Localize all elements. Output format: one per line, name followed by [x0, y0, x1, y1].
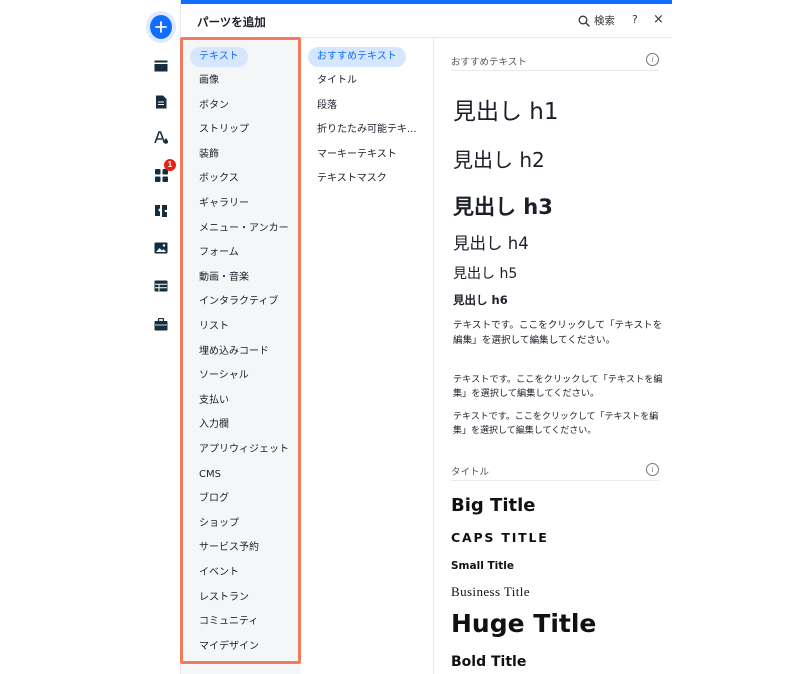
info-icon[interactable]: i	[646, 53, 659, 66]
category-item-input[interactable]: 入力欄	[190, 415, 238, 435]
category-item-community[interactable]: コミュニティ	[190, 612, 267, 632]
heading-h4-preview[interactable]: 見出し h4	[453, 230, 529, 254]
apps-icon	[154, 168, 168, 182]
cms-icon	[154, 280, 168, 292]
title-big-preview[interactable]: Big Title	[451, 495, 535, 516]
subcategory-item-paragraph[interactable]: 段落	[308, 96, 346, 116]
category-item-video-music[interactable]: 動画・音楽	[190, 268, 258, 288]
category-item-blog[interactable]: ブログ	[190, 489, 238, 509]
media-icon	[154, 242, 168, 254]
cms-button[interactable]	[150, 275, 172, 297]
category-item-list[interactable]: リスト	[190, 317, 238, 337]
category-item-text[interactable]: テキスト	[190, 47, 248, 67]
category-item-my-designs[interactable]: マイデザイン	[190, 637, 268, 657]
subcategory-item-marquee-text[interactable]: マーキーテキスト	[308, 145, 406, 165]
category-item-cms[interactable]: CMS	[190, 465, 230, 485]
title-caps-preview[interactable]: CAPS TITLE	[451, 530, 549, 545]
subcategory-item-text-mask[interactable]: テキストマスク	[308, 169, 396, 189]
title-business-preview[interactable]: Business Title	[451, 584, 530, 600]
category-item-decorative[interactable]: 装飾	[190, 145, 228, 165]
section-header-titles: タイトル i	[451, 457, 659, 481]
left-toolbar: 1	[140, 0, 181, 674]
search-icon	[578, 15, 590, 27]
portfolio-icon	[154, 317, 168, 330]
paragraph-medium-preview[interactable]: テキストです。ここをクリックして「テキストを編集」を選択して編集してください。	[453, 373, 665, 401]
help-button[interactable]: ?	[632, 13, 638, 26]
category-item-social[interactable]: ソーシャル	[190, 366, 258, 386]
add-elements-panel: パーツを追加 検索 ? × テキスト 画像 ボタン ストリップ 装飾 ボックス …	[181, 0, 672, 674]
heading-h5-preview[interactable]: 見出し h5	[453, 263, 517, 283]
search-button[interactable]: 検索	[578, 13, 615, 28]
title-huge-preview[interactable]: Huge Title	[451, 609, 596, 638]
category-list: テキスト 画像 ボタン ストリップ 装飾 ボックス ギャラリー メニュー・アンカ…	[181, 38, 301, 674]
section-title-recommended: おすすめテキスト	[451, 57, 527, 68]
pages-button[interactable]	[150, 91, 172, 113]
subcategory-item-collapsible-text[interactable]: 折りたたみ可能テキ...	[308, 120, 426, 140]
sections-button[interactable]	[150, 55, 172, 77]
heading-h3-preview[interactable]: 見出し h3	[453, 191, 553, 221]
section-header-recommended: おすすめテキスト i	[451, 47, 659, 71]
category-item-box[interactable]: ボックス	[190, 169, 248, 189]
element-preview-area: おすすめテキスト i 見出し h1 見出し h2 見出し h3 見出し h4 見…	[434, 38, 672, 674]
category-item-form[interactable]: フォーム	[190, 243, 248, 263]
page-icon	[156, 95, 167, 109]
category-item-image[interactable]: 画像	[190, 71, 228, 91]
add-apps-button[interactable]	[150, 200, 172, 222]
portfolio-button[interactable]	[150, 313, 172, 335]
info-icon[interactable]: i	[646, 463, 659, 476]
subcategory-list: おすすめテキスト タイトル 段落 折りたたみ可能テキ... マーキーテキスト テ…	[302, 38, 434, 674]
category-item-shop[interactable]: ショップ	[190, 514, 248, 534]
add-button[interactable]	[150, 15, 172, 39]
category-item-events[interactable]: イベント	[190, 563, 248, 583]
title-small-preview[interactable]: Small Title	[451, 560, 514, 572]
category-item-menu-anchor[interactable]: メニュー・アンカー	[190, 219, 298, 239]
category-item-payments[interactable]: 支払い	[190, 391, 238, 411]
add-icon	[150, 15, 172, 39]
category-item-restaurant[interactable]: レストラン	[190, 588, 258, 608]
search-label: 検索	[594, 15, 615, 27]
heading-h2-preview[interactable]: 見出し h2	[453, 144, 545, 173]
panel-title: パーツを追加	[197, 15, 266, 29]
close-button[interactable]: ×	[653, 12, 664, 27]
subcategory-item-recommended-text[interactable]: おすすめテキスト	[308, 47, 406, 67]
subcategory-item-title[interactable]: タイトル	[308, 71, 366, 91]
add-apps-icon	[155, 205, 167, 217]
category-item-embed-code[interactable]: 埋め込みコード	[190, 342, 278, 362]
theme-button[interactable]	[150, 127, 172, 149]
paragraph-small-preview[interactable]: テキストです。ここをクリックして「テキストを編集」を選択して編集してください。	[453, 411, 669, 438]
theme-icon	[153, 131, 168, 144]
apps-badge: 1	[164, 159, 176, 171]
category-item-bookings[interactable]: サービス予約	[190, 538, 268, 558]
section-title-titles: タイトル	[451, 467, 490, 478]
heading-h6-preview[interactable]: 見出し h6	[453, 292, 508, 308]
media-button[interactable]	[150, 237, 172, 259]
category-item-strip[interactable]: ストリップ	[190, 120, 258, 140]
heading-h1-preview[interactable]: 見出し h1	[453, 92, 559, 126]
apps-button[interactable]: 1	[150, 159, 176, 186]
category-item-button[interactable]: ボタン	[190, 96, 238, 116]
paragraph-large-preview[interactable]: テキストです。ここをクリックして「テキストを編集」を選択して編集してください。	[453, 318, 665, 348]
title-bold-preview[interactable]: Bold Title	[451, 654, 526, 670]
panel-header: パーツを追加 検索 ? ×	[181, 4, 672, 38]
category-item-gallery[interactable]: ギャラリー	[190, 194, 258, 214]
category-item-app-widget[interactable]: アプリウィジェット	[190, 440, 298, 460]
category-item-interactive[interactable]: インタラクティブ	[190, 292, 287, 312]
section-icon	[154, 60, 168, 72]
